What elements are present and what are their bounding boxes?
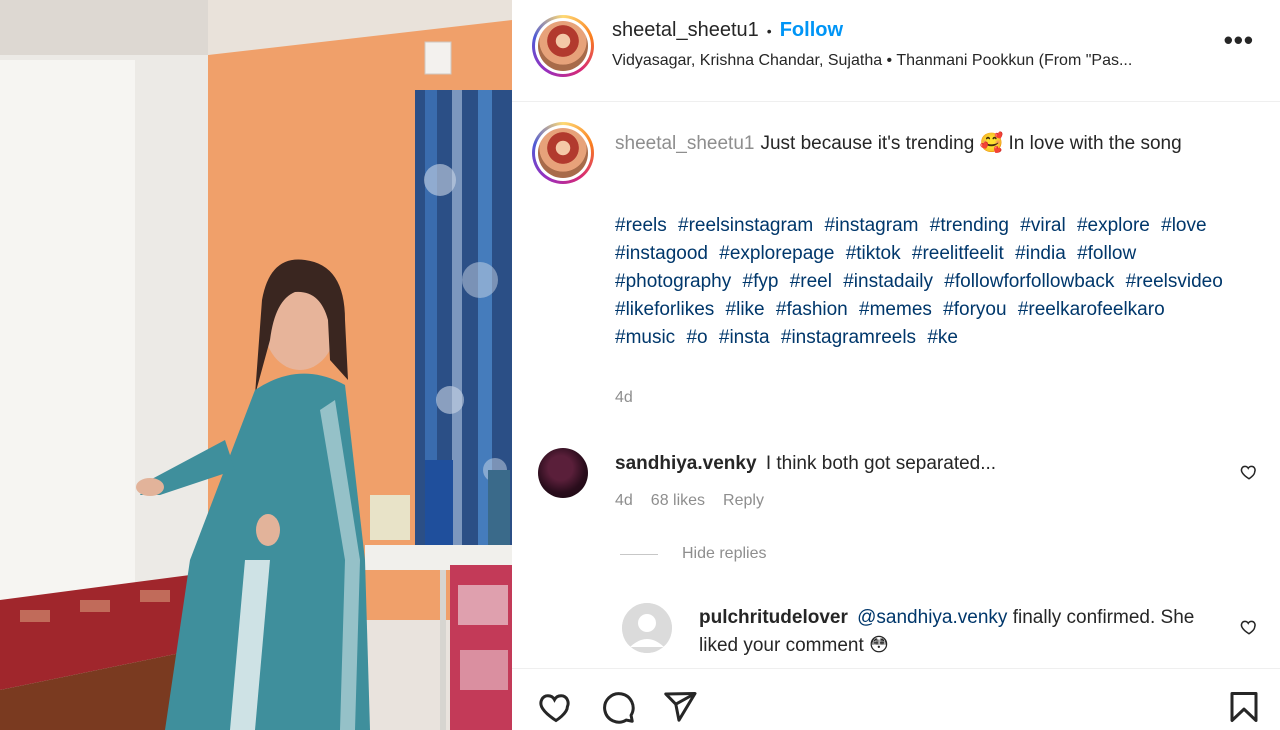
comment-body: I think both got separated...: [765, 453, 997, 474]
reply-text: pulchritudelover @sandhiya.venky finally…: [699, 604, 1219, 660]
heart-icon[interactable]: [538, 689, 574, 725]
reply-username[interactable]: pulchritudelover: [699, 607, 848, 628]
hashtag-link[interactable]: #fashion: [776, 299, 848, 320]
hashtag-link[interactable]: #trending: [930, 215, 1009, 236]
hashtag-link[interactable]: #instagramreels: [781, 327, 916, 348]
comment-username[interactable]: sandhiya.venky: [615, 453, 757, 474]
hashtag-link[interactable]: #followforfollowback: [944, 271, 1114, 292]
hashtag-list: #reels #reelsinstagram #instagram #trend…: [615, 212, 1235, 352]
hashtag-link[interactable]: #music: [615, 327, 675, 348]
caption-timestamp[interactable]: 4d: [615, 389, 633, 407]
author-avatar[interactable]: [532, 15, 594, 77]
hashtag-link[interactable]: #reelkarofeelkaro: [1018, 299, 1165, 320]
hashtag-link[interactable]: #reelsvideo: [1126, 271, 1223, 292]
commenter-avatar[interactable]: [538, 448, 588, 498]
comment-likes[interactable]: 68 likes: [651, 492, 705, 510]
hashtag-link[interactable]: #reels: [615, 215, 667, 236]
replies-divider-line: [620, 553, 658, 555]
caption-text: sheetal_sheetu1 Just because it's trendin…: [615, 130, 1235, 158]
audio-attribution[interactable]: Vidyasagar, Krishna Chandar, Sujatha • T…: [612, 52, 1212, 70]
default-avatar-icon[interactable]: [622, 603, 672, 653]
hashtag-link[interactable]: #instadaily: [843, 271, 933, 292]
caption-body: Just because it's trending 🥰 In love wit…: [760, 133, 1182, 154]
post-video-frame: [0, 0, 512, 730]
hashtag-link[interactable]: #foryou: [943, 299, 1006, 320]
action-bar: [512, 668, 1280, 730]
hashtag-link[interactable]: #photography: [615, 271, 731, 292]
reply-mention[interactable]: @sandhiya.venky: [857, 607, 1007, 628]
post-header: sheetal_sheetu1 • Follow Vidyasagar, Kri…: [512, 0, 1280, 102]
hashtag-link[interactable]: #insta: [719, 327, 770, 348]
hide-replies-toggle[interactable]: Hide replies: [620, 545, 766, 563]
post-media[interactable]: [0, 0, 512, 730]
comment-timestamp[interactable]: 4d: [615, 492, 633, 510]
hashtag-link[interactable]: #like: [726, 299, 765, 320]
hashtag-link[interactable]: #memes: [859, 299, 932, 320]
separator-dot: •: [766, 22, 772, 39]
hashtag-link[interactable]: #explorepage: [719, 243, 834, 264]
hashtag-link[interactable]: #instagram: [824, 215, 918, 236]
hashtag-link[interactable]: #likeforlikes: [615, 299, 714, 320]
follow-button[interactable]: Follow: [780, 19, 843, 42]
caption-username[interactable]: sheetal_sheetu1: [615, 133, 754, 154]
hashtag-link[interactable]: #instagood: [615, 243, 708, 264]
hashtag-link[interactable]: #reel: [790, 271, 832, 292]
comment-icon[interactable]: [600, 689, 636, 725]
hide-replies-label: Hide replies: [682, 545, 767, 562]
caption-avatar[interactable]: [532, 122, 594, 184]
comment-text: sandhiya.venky I think both got separate…: [615, 450, 996, 478]
hashtag-link[interactable]: #reelsinstagram: [678, 215, 813, 236]
bookmark-icon[interactable]: [1226, 689, 1262, 725]
hashtag-link[interactable]: #viral: [1020, 215, 1065, 236]
hashtag-link[interactable]: #love: [1161, 215, 1206, 236]
more-options-icon[interactable]: •••: [1224, 27, 1254, 53]
hashtag-link[interactable]: #reelitfeelit: [912, 243, 1004, 264]
hashtag-link[interactable]: #explore: [1077, 215, 1150, 236]
author-username[interactable]: sheetal_sheetu1: [612, 19, 759, 42]
post-details-panel: sheetal_sheetu1 • Follow Vidyasagar, Kri…: [512, 0, 1280, 730]
hashtag-link[interactable]: #india: [1015, 243, 1066, 264]
comment-like-heart-icon[interactable]: [1240, 463, 1258, 481]
reply-like-heart-icon[interactable]: [1240, 618, 1258, 636]
comment-meta: 4d 68 likes Reply: [615, 492, 764, 510]
hashtag-link[interactable]: #tiktok: [846, 243, 901, 264]
reply-button[interactable]: Reply: [723, 492, 764, 510]
hashtag-link[interactable]: #o: [686, 327, 707, 348]
share-icon[interactable]: [662, 689, 698, 725]
hashtag-link[interactable]: #fyp: [743, 271, 779, 292]
author-row: sheetal_sheetu1 • Follow: [612, 19, 843, 42]
hashtag-link[interactable]: #follow: [1077, 243, 1136, 264]
hashtag-link[interactable]: #ke: [927, 327, 958, 348]
